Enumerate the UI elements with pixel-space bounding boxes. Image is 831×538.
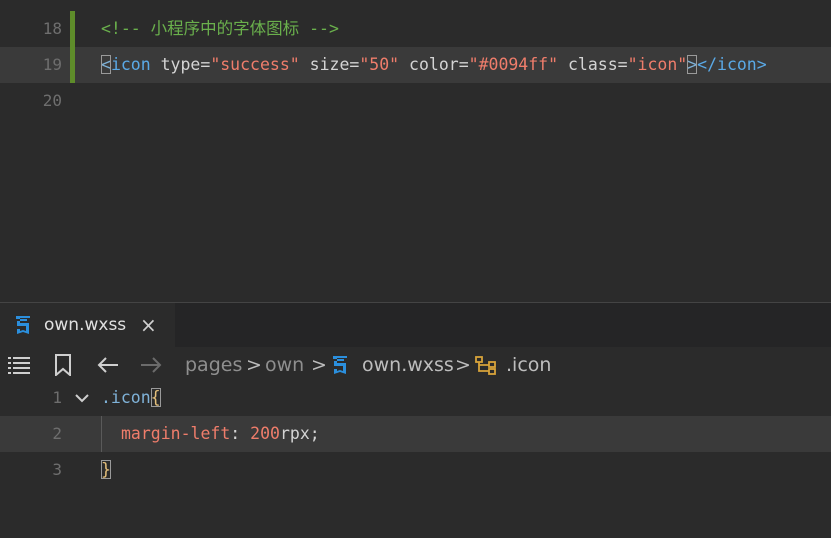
code-text: }: [101, 452, 111, 488]
css-selector: .icon: [101, 388, 151, 407]
git-change-marker: [70, 47, 75, 83]
attr-name: class: [567, 55, 618, 74]
close-angle-bracket: >: [687, 55, 698, 74]
bookmark-icon[interactable]: [54, 354, 72, 376]
breadcrumb-item-pages[interactable]: pages: [185, 347, 242, 383]
closing-tag: </icon>: [697, 55, 767, 74]
code-line-1[interactable]: 1 .icon{: [0, 380, 831, 416]
semicolon: ;: [309, 424, 320, 443]
attr-name: color: [409, 55, 459, 74]
breadcrumb-separator: >: [311, 354, 327, 376]
close-brace: }: [101, 460, 111, 479]
css3-icon: [333, 356, 347, 374]
code-line-3[interactable]: 3 }: [0, 452, 831, 488]
tab-own-wxss[interactable]: own.wxss ×: [0, 303, 175, 347]
breadcrumb-item-file[interactable]: own.wxss: [362, 347, 454, 383]
breadcrumb-item-own[interactable]: own: [265, 347, 304, 383]
breadcrumb-toolbar: pages > own > own.wxss > .icon: [0, 347, 831, 383]
comment-text: <!-- 小程序中的字体图标 -->: [101, 19, 339, 38]
attr-name: size: [309, 55, 350, 74]
attr-name: type: [160, 55, 201, 74]
forward-arrow-icon[interactable]: [139, 355, 163, 375]
line-number: 18: [42, 19, 62, 38]
attr-value: "#0094ff": [468, 55, 559, 74]
open-angle-bracket: <: [101, 55, 111, 74]
line-number: 1: [52, 388, 62, 407]
fold-chevron-icon[interactable]: [74, 392, 90, 404]
symbol-class-icon: [475, 356, 496, 375]
tab-bar: own.wxss ×: [0, 303, 831, 347]
line-number: 20: [42, 91, 62, 110]
code-line-20[interactable]: 20: [0, 83, 831, 119]
css-unit: rpx: [279, 424, 310, 443]
attr-value: "icon": [627, 55, 688, 74]
css-property: margin-left: [121, 424, 231, 443]
colon: :: [230, 424, 241, 443]
code-text: <icon type="success" size="50" color="#0…: [101, 55, 767, 74]
line-number: 2: [52, 424, 62, 443]
code-text: margin-left: 200rpx;: [121, 416, 320, 452]
breadcrumb-separator: >: [246, 354, 262, 376]
line-number: 3: [52, 460, 62, 479]
attr-value: "success": [210, 55, 300, 74]
indent-guide: [101, 416, 102, 452]
top-editor-pane[interactable]: 18 <!-- 小程序中的字体图标 --> 19 <icon type="suc…: [0, 0, 831, 302]
open-brace: {: [150, 388, 161, 407]
css3-icon: [16, 316, 30, 334]
close-icon[interactable]: ×: [140, 303, 157, 347]
code-line-19[interactable]: 19 <icon type="success" size="50" color=…: [0, 47, 831, 83]
tag-name: icon: [110, 55, 151, 74]
breadcrumb-separator: >: [455, 354, 471, 376]
back-arrow-icon[interactable]: [96, 355, 120, 375]
tab-label: own.wxss: [44, 315, 127, 335]
outline-list-icon[interactable]: [8, 356, 30, 374]
git-change-marker: [70, 11, 75, 47]
code-line-2[interactable]: 2 margin-left: 200rpx;: [0, 416, 831, 452]
css-number: 200: [250, 424, 280, 443]
attr-value: "50": [359, 55, 400, 74]
line-number: 19: [42, 55, 62, 74]
code-line-18[interactable]: 18 <!-- 小程序中的字体图标 -->: [0, 11, 831, 47]
code-text: .icon{: [101, 380, 161, 416]
bottom-editor-pane[interactable]: own.wxss × pages > own > own.wxss > .ico…: [0, 303, 831, 538]
breadcrumb-item-symbol[interactable]: .icon: [506, 347, 551, 383]
